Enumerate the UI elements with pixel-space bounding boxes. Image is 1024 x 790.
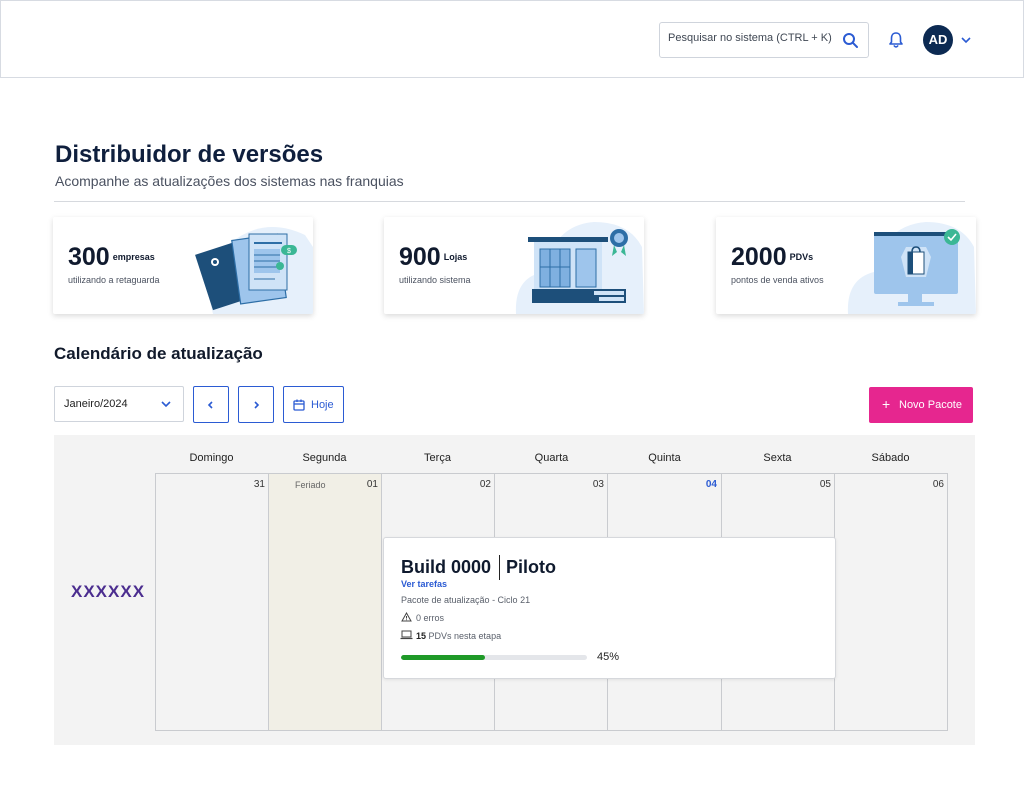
day-divider [381,474,382,730]
event-separator [499,555,500,580]
event-pdvs: 15 PDVs nesta etapa [416,631,502,641]
chevron-left-icon [207,401,213,409]
laptop-icon [400,630,413,640]
calendar-title: Calendário de atualização [54,344,263,363]
progress-label: 45% [597,651,620,663]
event-errors: 0 erros [416,613,445,623]
top-bar: AD [0,0,1024,78]
weekday-header: Quarta [534,452,569,464]
day-number: 05 [819,479,831,490]
monitor-illustration-icon [847,222,976,314]
avatar[interactable]: AD [923,25,953,55]
plus-icon: + [882,396,891,412]
event-build: Build 0000 [401,557,492,577]
progress-bar [401,655,587,660]
month-select[interactable]: Janeiro/2024 [54,386,184,422]
chevron-down-icon[interactable] [960,35,972,45]
new-package-button[interactable]: + Novo Pacote [869,387,973,423]
stat-card-companies: 300 empresas utilizando a retaguarda $ [53,217,313,314]
divider [54,201,965,202]
chevron-right-icon [254,401,260,409]
month-select-value: Janeiro/2024 [64,398,128,410]
holiday-cell[interactable] [268,474,381,730]
today-label: Hoje [311,399,334,411]
weekday-header: Sábado [871,452,910,464]
store-illustration-icon [515,222,644,314]
stat-description: pontos de venda ativos [731,275,824,285]
event-card[interactable]: Build 0000 Piloto Ver tarefas Pacote de … [383,537,836,679]
next-month-button[interactable] [238,386,274,423]
view-tasks-link[interactable]: Ver tarefas [401,579,447,589]
stat-value: 300 empresas [68,243,155,271]
stat-description: utilizando sistema [399,275,471,285]
day-number: 06 [932,479,944,490]
documents-illustration-icon: $ [195,227,313,314]
day-number: 03 [592,479,604,490]
day-number-today: 04 [705,479,717,490]
stat-value: 2000 PDVs [731,243,814,271]
search-icon[interactable] [842,32,859,49]
calendar-icon [293,399,305,411]
bell-icon[interactable] [887,31,905,49]
chevron-down-icon [161,401,171,408]
warning-icon [401,612,412,622]
progress-fill [401,655,485,660]
day-number: 02 [479,479,491,490]
row-label: XXXXXX [71,582,146,601]
event-phase: Piloto [506,557,556,577]
stat-card-stores: 900 Lojas utilizando sistema [384,217,644,314]
stat-card-pdvs: 2000 PDVs pontos de venda ativos [716,217,976,314]
svg-text:$: $ [287,248,291,255]
stat-value: 900 Lojas [399,243,468,271]
weekday-header: Terça [424,452,451,464]
holiday-label: Feriado [295,480,326,490]
event-package: Pacote de atualização - Ciclo 21 [401,595,531,605]
day-number: 31 [253,479,265,490]
previous-month-button[interactable] [193,386,229,423]
stat-description: utilizando a retaguarda [68,275,160,285]
weekday-header: Quinta [648,452,681,464]
search-box[interactable] [659,22,869,58]
page-title: Distribuidor de versões [55,141,324,168]
weekday-header: Segunda [302,452,347,464]
weekday-header: Sexta [763,452,792,464]
search-input[interactable] [668,32,838,44]
weekday-header: Domingo [189,452,234,464]
today-button[interactable]: Hoje [283,386,344,423]
new-package-label: Novo Pacote [899,399,962,411]
page-subtitle: Acompanhe as atualizações dos sistemas n… [55,173,404,189]
day-number: 01 [366,479,378,490]
